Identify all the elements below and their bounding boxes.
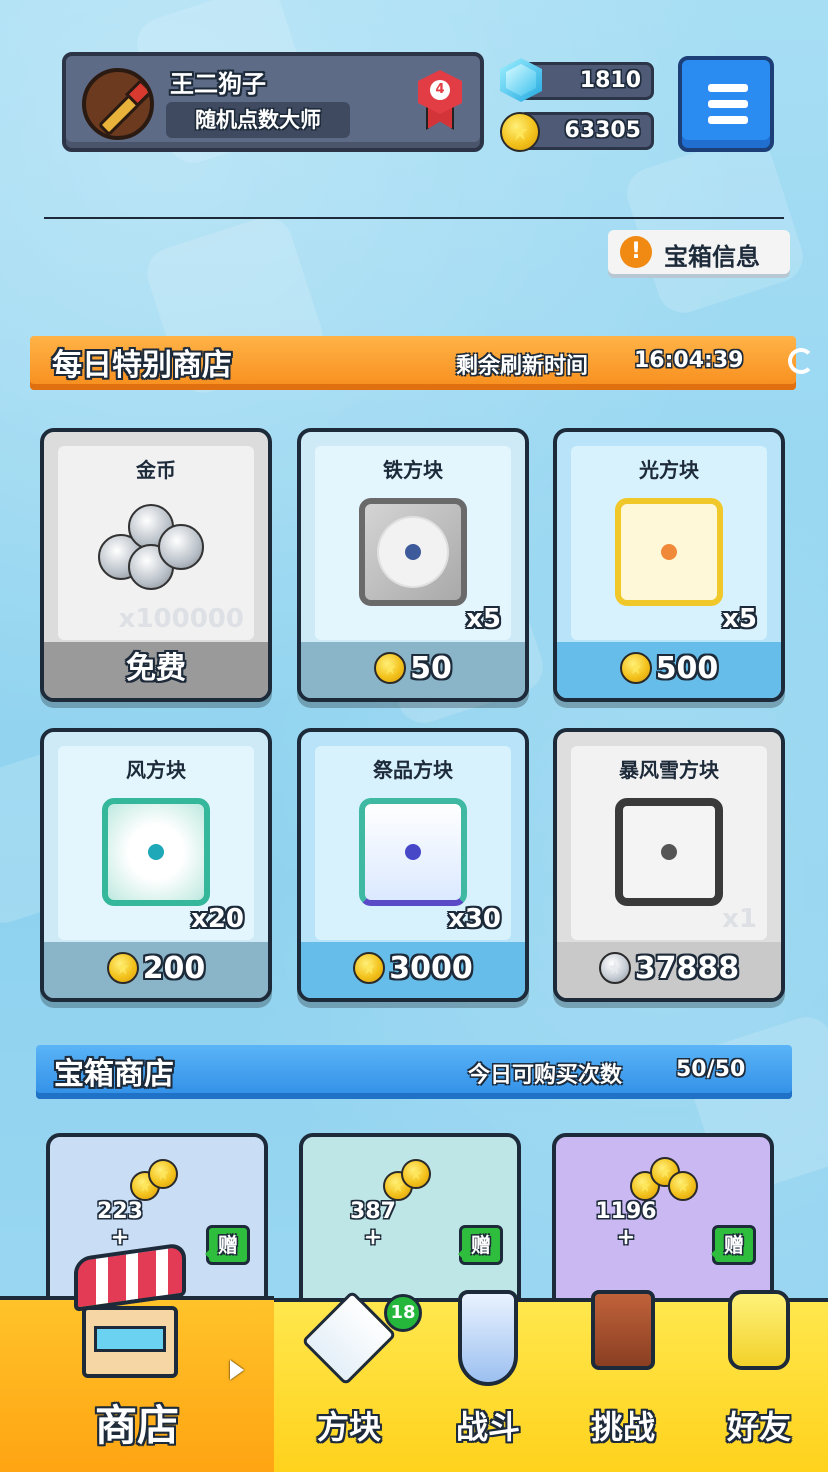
refresh-timer: 16:04:39 (634, 348, 744, 373)
plus-sign: + (616, 1225, 636, 1250)
gold-coin-icon (619, 652, 652, 684)
silver-coins-icon (98, 494, 208, 594)
signboard-icon (591, 1290, 655, 1370)
item-price[interactable]: 免费 (44, 642, 268, 698)
price-value: 3000 (389, 951, 473, 986)
tab-blocks[interactable]: 18 方块 (278, 1290, 422, 1472)
daily-shop-banner: 每日特别商店 剩余刷新时间 16:04:39 (30, 336, 814, 390)
tab-friends-label: 好友 (726, 1408, 791, 1446)
chest-shop-banner: 宝箱商店 今日可购买次数 50/50 (36, 1045, 792, 1099)
shop-item-gold-coins[interactable]: 金币 x100000 免费 (40, 428, 272, 702)
player-profile-panel[interactable]: 王二狗子 随机点数大师 4 (62, 52, 484, 152)
tab-friends[interactable]: 好友 (690, 1290, 828, 1472)
shield-sword-icon (458, 1290, 518, 1386)
tab-battle[interactable]: 战斗 (420, 1290, 556, 1472)
daily-shop-title: 每日特别商店 (52, 348, 232, 383)
item-name: 暴风雪方块 (619, 758, 719, 782)
item-price[interactable]: 50 (301, 642, 525, 698)
tab-shop[interactable]: 商店 (0, 1242, 274, 1472)
chest-info-label: 宝箱信息 (664, 243, 760, 271)
chest-coin-amount: 223 (97, 1199, 143, 1224)
gift-tag: 赠 (458, 1225, 503, 1265)
item-name: 铁方块 (383, 458, 443, 482)
chest-coin-amount: 1196 (595, 1199, 657, 1224)
price-value: 50 (410, 651, 452, 686)
item-quantity: x5 (722, 604, 757, 634)
chest-shop-title: 宝箱商店 (54, 1057, 174, 1092)
gold-coin-icon (500, 112, 540, 152)
item-price[interactable]: 200 (44, 942, 268, 998)
item-name: 光方块 (639, 458, 699, 482)
shop-item-wind-block[interactable]: 风方块 x20 200 (40, 728, 272, 1002)
shop-item-iron-block[interactable]: 铁方块 x5 50 (297, 428, 529, 702)
player-name: 王二狗子 (170, 70, 266, 98)
item-quantity: x20 (191, 904, 244, 934)
gift-tag: 赠 (205, 1225, 250, 1265)
refresh-icon[interactable] (788, 348, 814, 374)
item-quantity: x100000 (118, 604, 244, 634)
tab-challenge-label: 挑战 (590, 1408, 655, 1446)
item-quantity: x1 (722, 904, 757, 934)
tab-battle-label: 战斗 (455, 1408, 520, 1446)
shop-item-blizzard-block[interactable]: 暴风雪方块 x1 37888 (553, 728, 785, 1002)
item-name: 金币 (136, 458, 176, 482)
player-title: 随机点数大师 (166, 102, 350, 138)
item-name: 祭品方块 (373, 758, 453, 782)
shop-item-sacrifice-block[interactable]: 祭品方块 x30 3000 (297, 728, 529, 1002)
refresh-label: 剩余刷新时间 (456, 354, 589, 379)
coin-pile-icon (377, 1157, 447, 1203)
header-divider (44, 217, 784, 219)
blizzard-block-icon (615, 798, 723, 906)
tab-challenge[interactable]: 挑战 (556, 1290, 690, 1472)
item-quantity: x5 (466, 604, 501, 634)
exclamation-icon: ! (620, 236, 652, 268)
coin-pile-icon (124, 1157, 194, 1203)
rank-level: 4 (430, 80, 450, 100)
gold-coin-icon (353, 952, 386, 984)
item-price[interactable]: 500 (557, 642, 781, 698)
wind-block-icon (102, 798, 210, 906)
shop-icon (74, 1242, 186, 1390)
friend-character-icon (728, 1290, 790, 1370)
price-value: 免费 (126, 651, 186, 686)
iron-block-icon (359, 498, 467, 606)
purchase-count-value: 50/50 (676, 1057, 746, 1082)
item-name: 风方块 (126, 758, 186, 782)
menu-button[interactable] (678, 56, 774, 152)
blocks-badge: 18 (384, 1294, 422, 1332)
price-value: 200 (142, 951, 206, 986)
coin-pile-icon (630, 1157, 700, 1203)
arrow-right-icon (230, 1360, 254, 1380)
player-avatar[interactable] (82, 68, 154, 140)
gift-tag: 赠 (711, 1225, 756, 1265)
tab-blocks-label: 方块 (316, 1408, 381, 1446)
shop-item-light-block[interactable]: 光方块 x5 500 (553, 428, 785, 702)
chest-info-button[interactable]: ! 宝箱信息 (608, 230, 790, 274)
light-block-icon (615, 498, 723, 606)
purchase-count-label: 今日可购买次数 (468, 1063, 623, 1088)
item-price[interactable]: 3000 (301, 942, 525, 998)
silver-coin-icon (598, 952, 631, 984)
price-value: 500 (655, 651, 719, 686)
sacrifice-block-icon (359, 798, 467, 906)
rank-badge-icon[interactable]: 4 (418, 70, 462, 130)
item-price[interactable]: 37888 (557, 942, 781, 998)
item-quantity: x30 (448, 904, 501, 934)
gold-coin-icon (374, 652, 407, 684)
chest-coin-amount: 387 (350, 1199, 396, 1224)
gold-coin-icon (106, 952, 139, 984)
price-value: 37888 (634, 951, 740, 986)
block-cube-icon (301, 1290, 397, 1386)
plus-sign: + (363, 1225, 383, 1250)
tab-shop-label: 商店 (94, 1401, 179, 1450)
